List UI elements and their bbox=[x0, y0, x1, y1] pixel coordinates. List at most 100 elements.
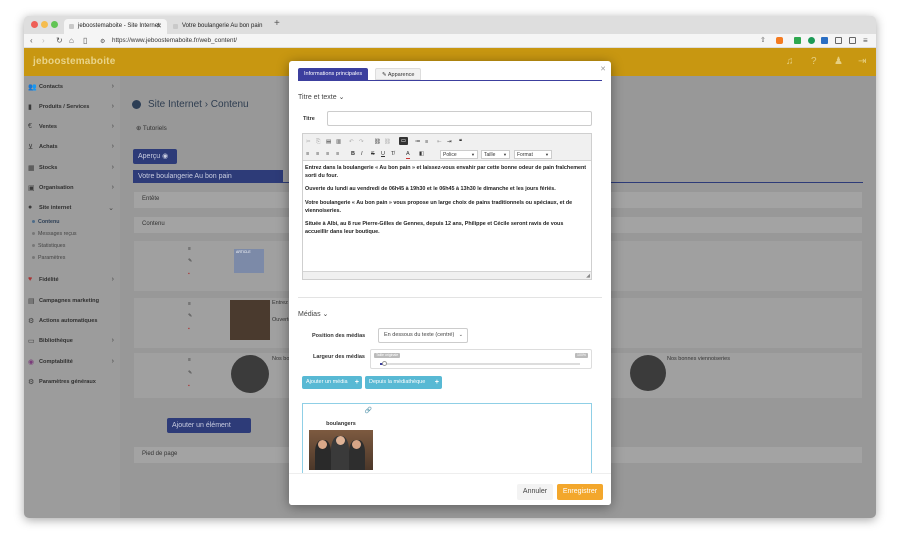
move-handle[interactable]: ≡ bbox=[188, 301, 191, 307]
logout-icon[interactable]: ⇥ bbox=[858, 56, 866, 67]
font-select[interactable]: Police ▼ bbox=[440, 150, 478, 159]
share-icon[interactable]: ⇧ bbox=[760, 36, 766, 46]
viennoiseries-image[interactable] bbox=[630, 355, 666, 391]
help-icon[interactable]: ? bbox=[811, 56, 817, 67]
sidebar-subitem-parametres[interactable]: Paramètres bbox=[32, 255, 65, 265]
close-tab-icon[interactable]: ✕ bbox=[156, 19, 162, 34]
tab-informations-principales[interactable]: Informations principales bbox=[298, 68, 369, 80]
align-right-icon[interactable]: ≡ bbox=[326, 150, 329, 158]
sidebar-item-parametres[interactable]: ⚙ Paramètres généraux bbox=[24, 376, 120, 390]
blockquote-icon[interactable]: ❝ bbox=[459, 138, 462, 146]
rich-text-editor[interactable]: ✂ ⎘ ▤ ▥ ↶ ↷ ⛓ ⛓ ▭ ≔ ≡ ⇤ ⇥ ❝ ≡ ≡ ≡ ≡ B I … bbox=[302, 133, 592, 280]
underline-icon[interactable]: U bbox=[381, 150, 385, 158]
tab-apparence[interactable]: ✎ Apparence bbox=[375, 68, 422, 80]
mediatheque-button[interactable]: Depuis la médiathèque + bbox=[365, 376, 442, 389]
annuler-button[interactable]: Annuler bbox=[517, 484, 553, 500]
text-color-icon[interactable]: A bbox=[406, 150, 410, 159]
indent-icon[interactable]: ⇥ bbox=[447, 138, 452, 146]
browser-tab-active[interactable]: jeboostemaboite - Site Internet ✕ bbox=[64, 19, 167, 34]
site-info-icon[interactable]: ⚙ bbox=[100, 37, 105, 47]
undo-icon[interactable]: ↶ bbox=[349, 138, 354, 146]
new-tab-button[interactable]: + bbox=[274, 18, 280, 29]
sidebar-subitem-messages[interactable]: Messages reçus bbox=[32, 231, 77, 241]
slider-track[interactable] bbox=[380, 361, 580, 366]
user-icon[interactable]: ♟ bbox=[834, 56, 843, 67]
brave-shield-icon[interactable] bbox=[776, 37, 783, 44]
sidebar-item-achats[interactable]: ⊻ Achats › bbox=[24, 141, 120, 155]
sidebar-subitem-contenu[interactable]: Contenu bbox=[32, 219, 59, 229]
section-medias[interactable]: Médias ⌄ bbox=[298, 310, 328, 318]
minimize-window-button[interactable] bbox=[41, 21, 48, 28]
delete-icon[interactable]: ▪ bbox=[188, 271, 190, 277]
sidebar-item-produits[interactable]: ▮ Produits / Services › bbox=[24, 101, 120, 115]
back-icon[interactable]: ‹ bbox=[30, 36, 33, 46]
delete-icon[interactable]: ▪ bbox=[188, 383, 190, 389]
clear-format-icon[interactable]: T̸ bbox=[391, 150, 394, 158]
largeur-medias-slider[interactable]: Taille originale 100% bbox=[370, 349, 592, 369]
menu-icon[interactable]: ≡ bbox=[863, 36, 868, 46]
strike-icon[interactable]: S bbox=[371, 150, 375, 158]
sidebar-item-organisation[interactable]: ▣ Organisation › bbox=[24, 182, 120, 196]
move-handle[interactable]: ≡ bbox=[188, 357, 191, 363]
delete-icon[interactable]: ▪ bbox=[188, 326, 190, 332]
slider-handle[interactable] bbox=[382, 361, 387, 366]
paste-icon[interactable]: ▤ bbox=[326, 138, 331, 146]
titre-input[interactable] bbox=[327, 111, 592, 126]
sidebar-item-stocks[interactable]: ▦ Stocks › bbox=[24, 162, 120, 176]
edit-icon[interactable]: ✎ bbox=[188, 370, 192, 376]
outdent-icon[interactable]: ⇤ bbox=[437, 138, 442, 146]
sidebar-item-contacts[interactable]: 👥 Contacts › bbox=[24, 81, 120, 95]
source-icon[interactable]: ▭ bbox=[399, 137, 408, 145]
sidebar-subitem-statistiques[interactable]: Statistiques bbox=[32, 243, 65, 253]
cut-icon[interactable]: ✂ bbox=[306, 138, 311, 146]
extension-icon[interactable] bbox=[835, 37, 842, 44]
extension-icon[interactable] bbox=[808, 37, 815, 44]
apercu-button[interactable]: Aperçu ◉ bbox=[133, 149, 177, 164]
align-justify-icon[interactable]: ≡ bbox=[336, 150, 339, 158]
align-left-icon[interactable]: ≡ bbox=[306, 150, 309, 158]
editor-content[interactable]: Entrez dans la boulangerie « Au bon pain… bbox=[305, 164, 588, 241]
bg-color-icon[interactable]: ◧ bbox=[419, 150, 424, 158]
ajouter-media-button[interactable]: Ajouter un média + bbox=[302, 376, 362, 389]
format-select[interactable]: Format ▼ bbox=[514, 150, 552, 159]
bookmark-icon[interactable]: ▯ bbox=[83, 36, 87, 46]
edit-icon[interactable]: ✎ bbox=[188, 313, 192, 319]
link-icon[interactable]: ⛓ bbox=[374, 138, 381, 146]
sidebar-item-actions[interactable]: ⚙ Actions automatiques bbox=[24, 315, 120, 329]
reload-icon[interactable]: ↻ bbox=[56, 36, 63, 46]
edit-icon[interactable]: ✎ bbox=[188, 258, 192, 264]
tutoriels-link[interactable]: ⊕ Tutoriels bbox=[136, 125, 167, 132]
bell-icon[interactable]: ♫ bbox=[786, 56, 794, 67]
enregistrer-button[interactable]: Enregistrer bbox=[557, 484, 603, 500]
forward-icon[interactable]: › bbox=[42, 36, 45, 46]
home-icon[interactable]: ⌂ bbox=[69, 36, 74, 46]
size-select[interactable]: Taille ▼ bbox=[481, 150, 510, 159]
boulangers-thumbnail[interactable] bbox=[230, 300, 270, 340]
article-thumbnail[interactable]: ARTICLE bbox=[234, 249, 264, 273]
pains-image[interactable] bbox=[231, 355, 269, 393]
sidebar-item-campagnes[interactable]: ▤ Campagnes marketing bbox=[24, 295, 120, 309]
close-window-button[interactable] bbox=[31, 21, 38, 28]
maximize-window-button[interactable] bbox=[51, 21, 58, 28]
bold-icon[interactable]: B bbox=[351, 150, 355, 158]
paste-text-icon[interactable]: ▥ bbox=[336, 138, 341, 146]
close-icon[interactable]: ✕ bbox=[600, 65, 606, 73]
url-input[interactable]: https://www.jeboostemaboite.fr/web_conte… bbox=[112, 37, 237, 44]
position-medias-select[interactable]: En dessous du texte (centré) ⌄ bbox=[378, 328, 468, 343]
sidebar-item-ventes[interactable]: € Ventes › bbox=[24, 121, 120, 135]
extension-icon[interactable] bbox=[821, 37, 828, 44]
sidebar-item-site-internet[interactable]: ● Site internet ⌄ bbox=[24, 202, 120, 216]
resize-handle-icon[interactable]: ◢ bbox=[586, 273, 590, 279]
extension-icon[interactable] bbox=[794, 37, 801, 44]
sidebar-item-fidelite[interactable]: ♥ Fidélité › bbox=[24, 274, 120, 288]
bullet-list-icon[interactable]: ≡ bbox=[425, 138, 428, 146]
copy-icon[interactable]: ⎘ bbox=[316, 138, 320, 146]
align-center-icon[interactable]: ≡ bbox=[316, 150, 319, 158]
link-icon[interactable]: 🔗 bbox=[365, 407, 372, 414]
sidebar-toggle-icon[interactable] bbox=[849, 37, 856, 44]
browser-tab[interactable]: Votre boulangerie Au bon pain bbox=[168, 19, 271, 34]
sidebar-item-comptabilite[interactable]: ◉ Comptabilité › bbox=[24, 356, 120, 370]
redo-icon[interactable]: ↷ bbox=[359, 138, 364, 146]
unlink-icon[interactable]: ⛓ bbox=[384, 138, 391, 146]
numbered-list-icon[interactable]: ≔ bbox=[415, 138, 421, 146]
